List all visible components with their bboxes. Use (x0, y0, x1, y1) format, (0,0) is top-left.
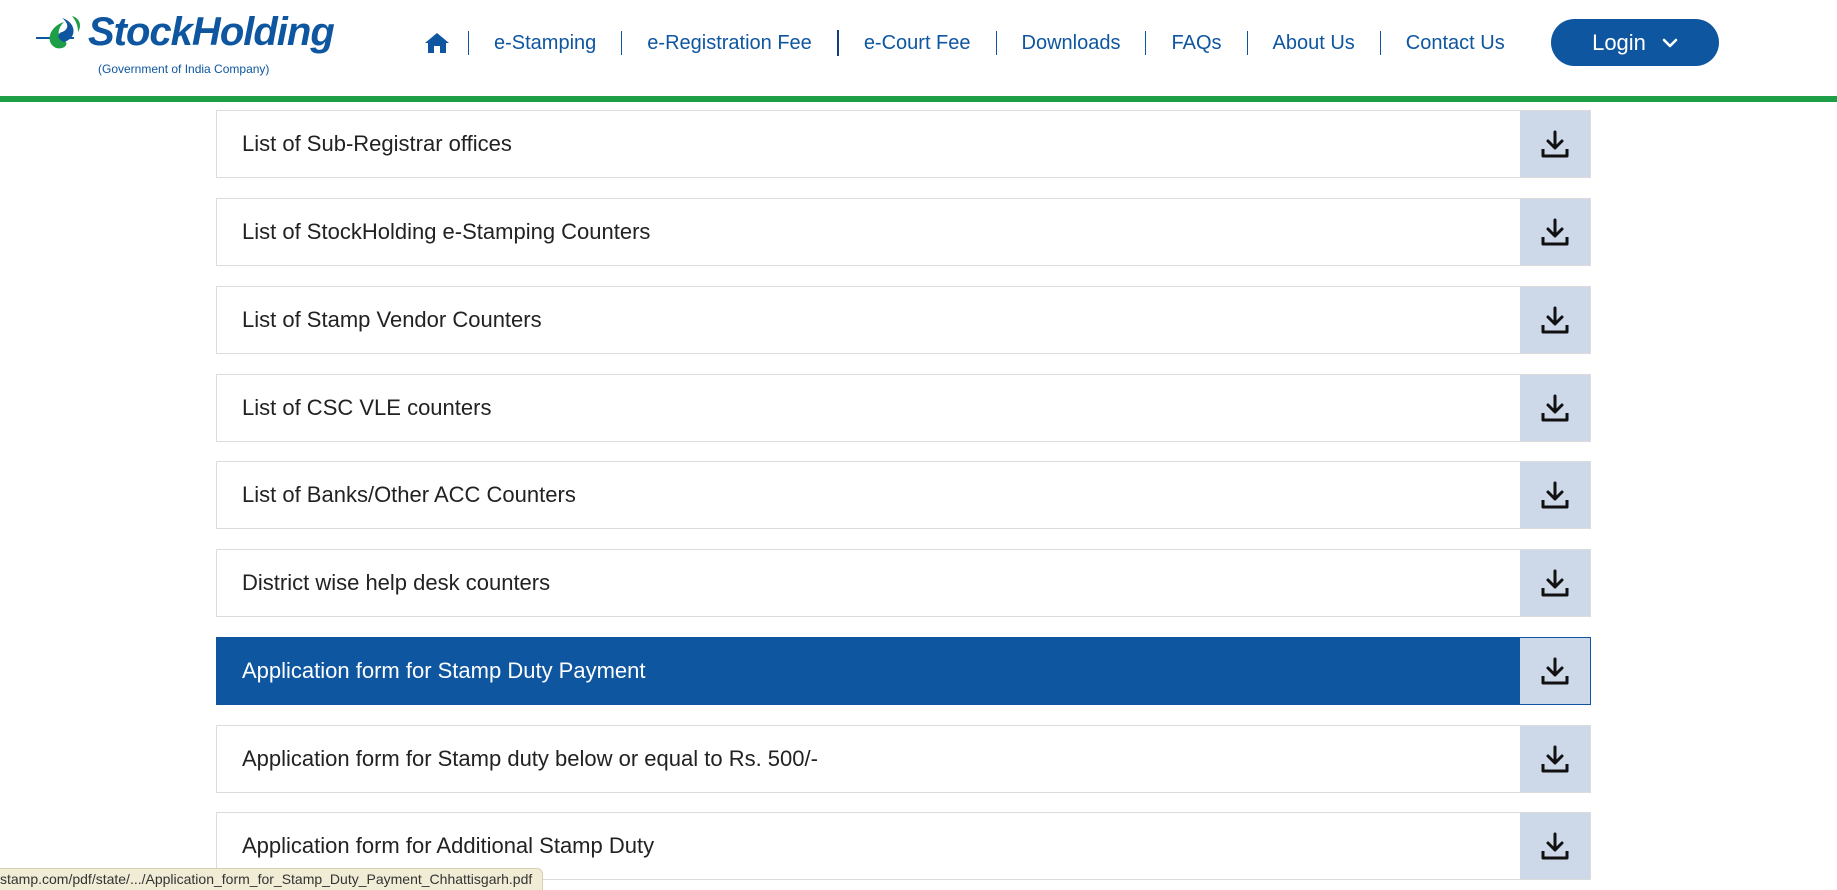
download-button[interactable] (1520, 111, 1590, 177)
download-row-stamp-duty-payment[interactable]: Application form for Stamp Duty Payment (216, 637, 1591, 705)
download-row-label: List of Banks/Other ACC Counters (242, 482, 576, 507)
nav-item-faqs[interactable]: FAQs (1146, 32, 1246, 55)
nav-item-e-registration-fee[interactable]: e-Registration Fee (622, 32, 837, 55)
download-row-help-desk-counters[interactable]: District wise help desk counters (216, 549, 1591, 617)
download-icon (1541, 394, 1569, 422)
chevron-down-icon (1662, 38, 1678, 47)
download-row-label: List of Stamp Vendor Counters (242, 307, 542, 332)
download-icon (1541, 745, 1569, 773)
login-button[interactable]: Login (1551, 19, 1719, 66)
nav-item-about-us[interactable]: About Us (1248, 32, 1380, 55)
download-row-stamp-vendor-counters[interactable]: List of Stamp Vendor Counters (216, 286, 1591, 354)
download-row-banks-acc-counters[interactable]: List of Banks/Other ACC Counters (216, 461, 1591, 529)
download-row-label: List of Sub-Registrar offices (242, 131, 512, 156)
browser-status-bar: stamp.com/pdf/state/.../Application_form… (0, 868, 544, 890)
download-icon (1541, 130, 1569, 158)
download-icon (1541, 306, 1569, 334)
download-icon (1541, 481, 1569, 509)
stockholding-logo[interactable]: StockHolding (Government of India Compan… (34, 10, 335, 80)
download-button[interactable] (1520, 375, 1590, 441)
download-button[interactable] (1520, 550, 1590, 616)
download-row-csc-vle-counters[interactable]: List of CSC VLE counters (216, 374, 1591, 442)
nav-home[interactable] (420, 26, 454, 60)
download-row-stamp-duty-below-500[interactable]: Application form for Stamp duty below or… (216, 725, 1591, 793)
logo-mark-icon (36, 16, 80, 49)
download-icon (1541, 569, 1569, 597)
brand-tagline: (Government of India Company) (98, 62, 270, 76)
download-button[interactable] (1520, 287, 1590, 353)
brand-name: StockHolding (88, 10, 335, 54)
download-icon (1541, 218, 1569, 246)
download-button[interactable] (1520, 813, 1590, 879)
download-row-label: List of StockHolding e-Stamping Counters (242, 219, 651, 244)
download-row-sub-registrar-offices[interactable]: List of Sub-Registrar offices (216, 110, 1591, 178)
login-label: Login (1592, 29, 1646, 55)
download-row-label: Application form for Stamp Duty Payment (242, 658, 646, 683)
nav-item-downloads[interactable]: Downloads (997, 32, 1146, 55)
download-row-e-stamping-counters[interactable]: List of StockHolding e-Stamping Counters (216, 198, 1591, 266)
download-button[interactable] (1520, 199, 1590, 265)
download-row-label: List of CSC VLE counters (242, 395, 492, 420)
download-icon (1541, 657, 1569, 685)
nav-item-contact-us[interactable]: Contact Us (1381, 32, 1530, 55)
nav-item-e-court-fee[interactable]: e-Court Fee (839, 32, 996, 55)
download-row-label: District wise help desk counters (242, 570, 551, 595)
download-button[interactable] (1520, 638, 1590, 704)
download-button[interactable] (1520, 726, 1590, 792)
home-icon (425, 33, 449, 53)
main-nav: e-Stamping e-Registration Fee e-Court Fe… (420, 22, 1530, 64)
nav-item-e-stamping[interactable]: e-Stamping (469, 32, 621, 55)
download-button[interactable] (1520, 462, 1590, 528)
download-icon (1541, 832, 1569, 860)
site-header: StockHolding (Government of India Compan… (0, 0, 1837, 102)
download-row-label: Application form for Stamp duty below or… (242, 746, 818, 771)
